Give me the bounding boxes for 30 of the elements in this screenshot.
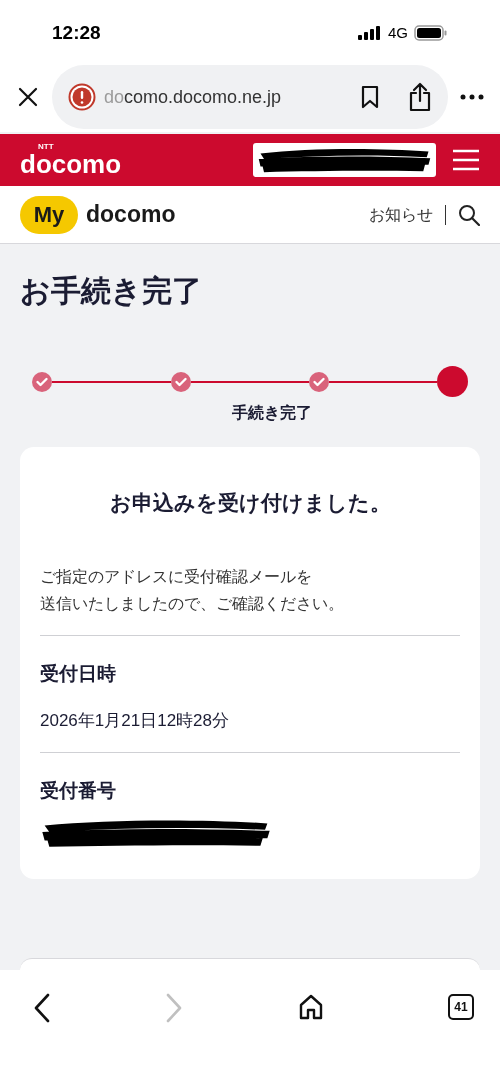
signal-icon <box>358 26 382 40</box>
card-heading: お申込みを受け付けました。 <box>108 490 392 516</box>
mydocomo-logo[interactable]: docomo <box>86 197 176 232</box>
more-icon[interactable] <box>460 94 484 100</box>
menu-icon[interactable] <box>452 149 480 171</box>
field-value: 2026年1月21日12時28分 <box>40 710 230 732</box>
share-icon[interactable] <box>408 82 432 112</box>
status-time: 12:28 <box>52 20 101 45</box>
close-icon <box>18 87 38 107</box>
close-button[interactable] <box>16 85 40 109</box>
network-label: 4G <box>388 22 408 43</box>
my-badge: My <box>20 195 78 234</box>
battery-icon <box>414 25 448 41</box>
tabs-button[interactable]: 41 <box>448 994 474 1020</box>
warning-icon <box>68 83 96 111</box>
page-title: お手続き完了 <box>20 276 203 306</box>
card-message-line: 送信いたしましたので、ご確認ください。 <box>40 593 345 614</box>
url-text: docomo.docomo.ne.jp <box>104 85 283 109</box>
home-icon[interactable] <box>298 994 324 1020</box>
back-icon <box>33 993 51 1023</box>
docomo-logo[interactable]: NTT docomo <box>20 143 122 177</box>
address-bar[interactable]: docomo.docomo.ne.jp <box>52 65 448 129</box>
forward-icon <box>165 993 183 1023</box>
field-label: 受付日時 <box>40 661 117 686</box>
step-label: 手続き完了 <box>232 403 312 423</box>
search-icon[interactable] <box>458 203 480 226</box>
field-label: 受付番号 <box>40 778 117 803</box>
card-message-line: ご指定のアドレスに受付確認メールを <box>40 566 313 587</box>
news-link[interactable]: お知らせ <box>369 202 433 227</box>
bookmark-icon[interactable] <box>360 85 380 109</box>
